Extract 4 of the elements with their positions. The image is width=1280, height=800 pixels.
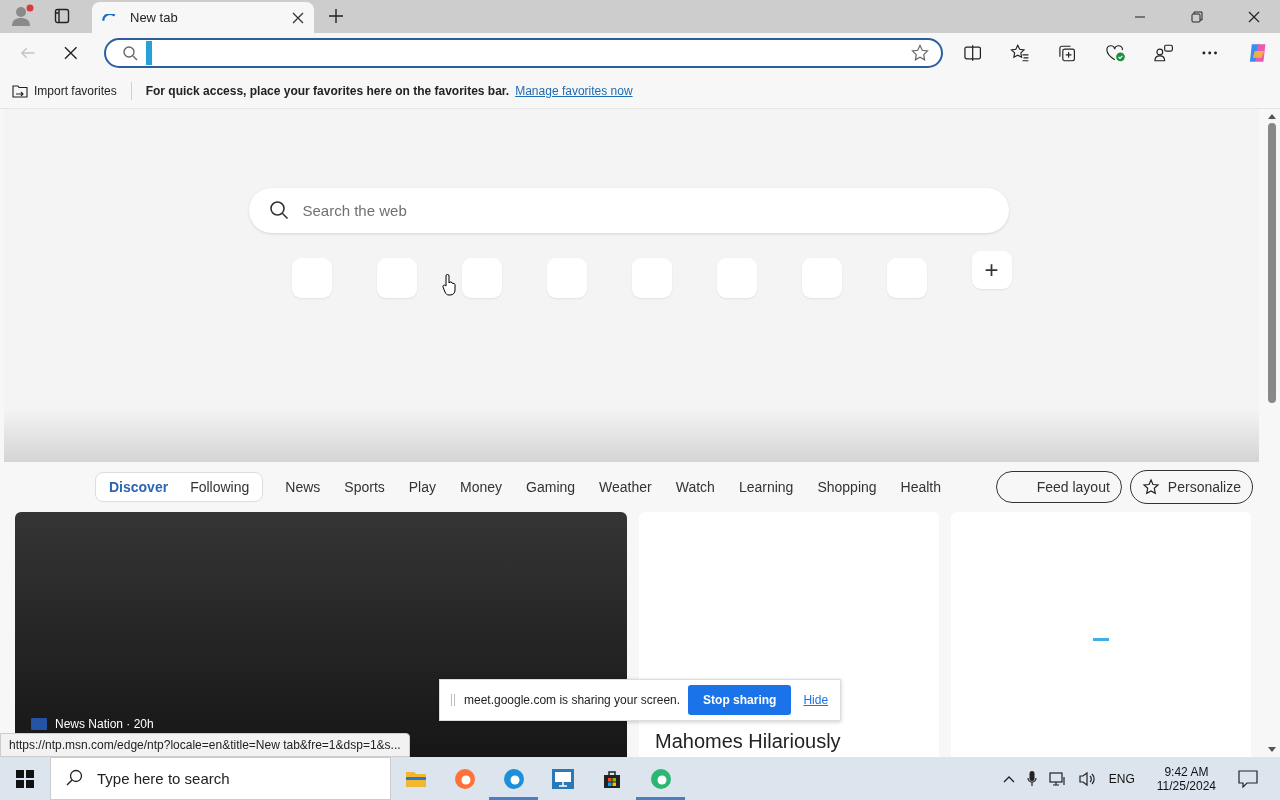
news-headline: Mahomes Hilariously [655,729,841,754]
status-url: https://ntp.msn.com/edge/ntp?locale=en&title=New tab&fre=1&dsp=1&s... [0,733,410,757]
news-source: News Nation · 20h [55,717,154,731]
favorites-bar-message: For quick access, place your favorites here on the favorites bar. [145,83,510,98]
